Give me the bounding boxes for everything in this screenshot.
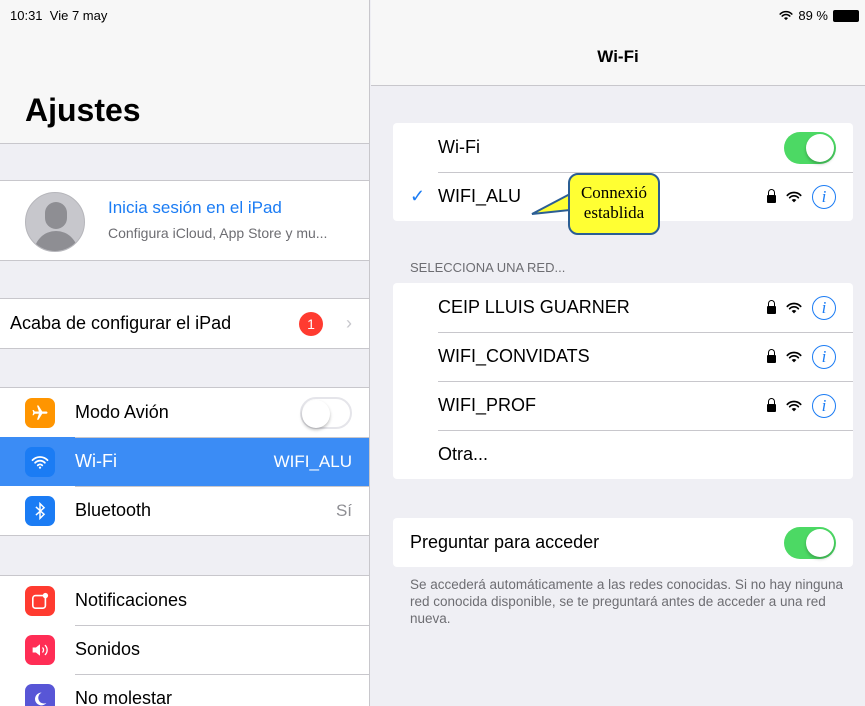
- lock-icon: [767, 189, 776, 203]
- airplane-toggle[interactable]: [300, 396, 352, 429]
- callout-line-1: Connexió: [580, 183, 648, 202]
- info-icon[interactable]: i: [812, 393, 836, 418]
- profile-row[interactable]: Inicia sesión en el iPad Configura iClou…: [0, 180, 369, 261]
- setup-group: Acaba de configurar el iPad 1 ›: [0, 298, 369, 349]
- sounds-icon: [25, 634, 55, 665]
- sidebar-item-wifi[interactable]: Wi-Fi WIFI_ALU: [0, 437, 369, 486]
- ask-to-join-label: Preguntar para acceder: [410, 532, 600, 552]
- sidebar-item-bluetooth[interactable]: Bluetooth Sí: [0, 486, 369, 535]
- page-title: Wi-Fi: [597, 47, 639, 66]
- status-time-text: 10:31: [10, 8, 43, 23]
- network-row[interactable]: CEIP LLUIS GUARNER i: [393, 283, 853, 332]
- notifications-group: Notificaciones Sonidos No molestar: [0, 575, 369, 706]
- sidebar-item-label: No molestar: [75, 688, 173, 706]
- network-name: WIFI_PROF: [438, 395, 536, 415]
- wifi-signal-icon: [786, 302, 802, 313]
- wifi-icon: [25, 446, 55, 477]
- wifi-toggle[interactable]: [784, 131, 836, 164]
- sidebar-item-do-not-disturb[interactable]: No molestar: [0, 674, 369, 706]
- sidebar-item-label: Modo Avión: [75, 402, 169, 422]
- sidebar-item-value: WIFI_ALU: [273, 451, 352, 471]
- ipad-settings-screen: Ajustes Inicia sesión en el iPad Configu…: [0, 0, 865, 706]
- airplane-icon: [25, 397, 55, 428]
- network-name: WIFI_CONVIDATS: [438, 346, 590, 366]
- sidebar-item-label: Notificaciones: [75, 590, 188, 610]
- info-icon[interactable]: i: [812, 184, 836, 209]
- battery-icon: [833, 9, 859, 22]
- other-network-label: Otra...: [438, 444, 489, 464]
- network-row[interactable]: WIFI_PROF i: [393, 381, 853, 430]
- chevron-right-icon: ›: [346, 313, 352, 333]
- callout-line-2: establida: [583, 203, 645, 222]
- status-date-text: Vie 7 may: [49, 8, 108, 23]
- settings-sidebar: Ajustes Inicia sesión en el iPad Configu…: [0, 0, 370, 706]
- network-row[interactable]: WIFI_CONVIDATS i: [393, 332, 853, 381]
- select-network-header: SELECCIONA UNA RED...: [410, 260, 566, 275]
- status-bar: 10:31 Vie 7 may 89 %: [0, 0, 865, 28]
- sidebar-item-value: Sí: [335, 500, 352, 520]
- notifications-icon: [25, 585, 55, 616]
- sidebar-item-label: Bluetooth: [75, 500, 152, 520]
- network-name: CEIP LLUIS GUARNER: [438, 297, 630, 317]
- ask-to-join-footer: Se accederá automáticamente a las redes …: [410, 577, 844, 626]
- checkmark-icon: ✓: [410, 186, 426, 206]
- profile-title: Inicia sesión en el iPad: [108, 198, 282, 217]
- sidebar-item-notifications[interactable]: Notificaciones: [0, 576, 369, 625]
- status-right: 89 %: [779, 8, 859, 23]
- wifi-label: Wi-Fi: [438, 137, 480, 157]
- sidebar-item-label: Wi-Fi: [75, 451, 117, 471]
- wifi-toggle-row: Wi-Fi: [393, 123, 853, 172]
- callout-pointer: [531, 192, 572, 215]
- bluetooth-icon: [25, 495, 55, 526]
- connected-network-name: WIFI_ALU: [438, 186, 522, 206]
- wifi-status-icon: [779, 10, 793, 21]
- sidebar-title: Ajustes: [25, 92, 141, 128]
- wifi-signal-icon: [786, 400, 802, 411]
- battery-percent: 89 %: [798, 8, 828, 23]
- ask-to-join-toggle[interactable]: [784, 526, 836, 559]
- connection-established-callout: Connexió establida: [568, 173, 660, 235]
- avatar: [25, 192, 85, 252]
- connectivity-group: Modo Avión Wi-Fi WIFI_ALU Bluetooth Sí: [0, 387, 369, 536]
- moon-icon: [25, 683, 55, 706]
- ask-to-join-group: Preguntar para acceder: [393, 518, 853, 567]
- profile-subtitle: Configura iCloud, App Store y mu...: [108, 225, 328, 241]
- status-time: 10:31 Vie 7 may: [10, 8, 107, 23]
- info-icon[interactable]: i: [812, 295, 836, 320]
- sidebar-item-sounds[interactable]: Sonidos: [0, 625, 369, 674]
- info-icon[interactable]: i: [812, 344, 836, 369]
- ask-to-join-row: Preguntar para acceder: [393, 518, 853, 567]
- lock-icon: [767, 300, 776, 314]
- other-network-row[interactable]: Otra...: [393, 430, 853, 479]
- wifi-signal-icon: [786, 351, 802, 362]
- lock-icon: [767, 349, 776, 363]
- sidebar-item-airplane[interactable]: Modo Avión: [0, 388, 369, 437]
- setup-badge: 1: [299, 311, 323, 336]
- wifi-detail-panel: Wi-Fi Wi-Fi ✓ WIFI_ALU i SELECCIONA UNA …: [371, 0, 865, 706]
- setup-ipad-row[interactable]: Acaba de configurar el iPad 1 ›: [0, 299, 369, 348]
- networks-group: CEIP LLUIS GUARNER i WIFI_CONVIDATS i WI…: [393, 283, 853, 479]
- lock-icon: [767, 398, 776, 412]
- wifi-signal-icon: [786, 191, 802, 202]
- sidebar-item-label: Sonidos: [75, 639, 141, 659]
- setup-ipad-label: Acaba de configurar el iPad: [10, 313, 232, 333]
